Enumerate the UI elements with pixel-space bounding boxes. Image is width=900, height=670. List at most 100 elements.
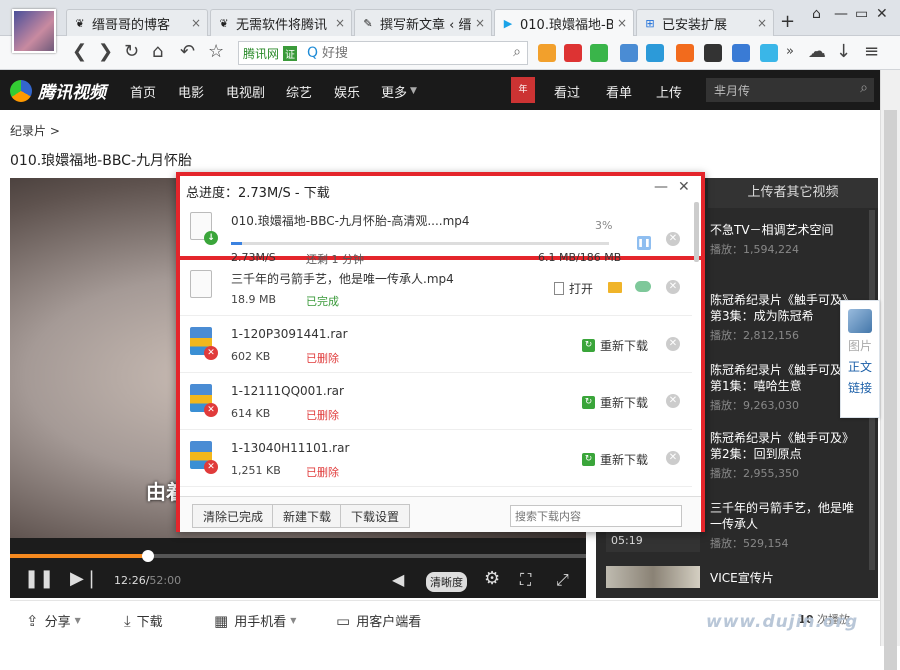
search-engine-icon[interactable]: Q (307, 45, 318, 61)
tencent-video-logo[interactable]: 腾讯视频 (10, 78, 106, 103)
related-video-item[interactable]: 陈冠希纪录片《触手可及》第3集：成为陈冠希 播放：2,812,156 (710, 292, 860, 344)
download-arrow-icon[interactable] (732, 44, 750, 62)
forward-icon[interactable]: ❯ (98, 42, 113, 62)
search-input[interactable] (322, 45, 483, 61)
mobile-watch-button[interactable]: ▦ 用手机看 ▼ (214, 611, 296, 631)
more-extensions-icon[interactable]: » (786, 42, 794, 62)
clear-completed-button[interactable]: 清除已完成 (192, 504, 275, 528)
active-download-row[interactable]: ↓ 010.琅嬛福地-BBC-九月怀胎-高清观....mp4 3% 2.73M/… (180, 202, 692, 266)
download-settings-button[interactable]: 下载设置 (340, 504, 411, 528)
nav-entertainment[interactable]: 娱乐 (334, 82, 360, 101)
client-watch-button[interactable]: ▭ 用客户端看 (336, 611, 421, 631)
remove-icon[interactable]: ✕ (666, 337, 680, 351)
remove-icon[interactable]: ✕ (666, 280, 680, 294)
download-manager-icon[interactable]: ↓ (836, 42, 851, 62)
windows-icon[interactable] (538, 44, 556, 62)
close-icon[interactable]: × (617, 16, 627, 30)
nav-home[interactable]: 首页 (130, 82, 156, 101)
close-icon[interactable]: × (475, 16, 485, 30)
maximize-icon[interactable]: ▭ (855, 6, 868, 22)
tab-extensions[interactable]: ⊞ 已安装扩展 × (636, 9, 774, 36)
reload-icon[interactable]: ↻ (124, 42, 139, 62)
picture-icon[interactable] (848, 309, 872, 333)
tab-write-post[interactable]: ✎ 撰写新文章 ‹ 缙 × (354, 9, 492, 36)
redownload-button[interactable]: ↻ 重新下载 (582, 337, 648, 354)
back-icon[interactable]: ❮ (72, 42, 87, 62)
menu-icon[interactable]: ≡ (864, 42, 879, 62)
cancel-icon[interactable]: ✕ (666, 232, 680, 246)
close-icon[interactable]: × (191, 16, 201, 30)
nav-upload[interactable]: 上传 (656, 82, 682, 101)
download-button[interactable]: ⤓ 下载 (124, 611, 163, 631)
search-icon[interactable]: ⌕ (513, 44, 521, 60)
nav-tv[interactable]: 电视剧 (226, 82, 265, 101)
site-search-input[interactable]: 芈月传 ⌕ (706, 78, 874, 102)
image-icon[interactable] (646, 44, 664, 62)
download-item[interactable]: ✕ 1-120P3091441.rar 602 KB 已删除 ↻ 重新下载 ✕ (180, 317, 692, 373)
scrollbar-thumb[interactable] (884, 110, 897, 670)
screenshot-icon[interactable] (620, 44, 638, 62)
video-progress-bar[interactable] (10, 550, 586, 562)
volume-icon[interactable]: ◀ (392, 570, 404, 589)
next-icon[interactable]: ▶❘ (70, 568, 99, 589)
video-thumbnail[interactable] (606, 566, 700, 588)
user-avatar[interactable] (12, 9, 56, 53)
nav-watchlist[interactable]: 看单 (606, 82, 632, 101)
notes-icon[interactable] (760, 44, 778, 62)
related-video-title[interactable]: VICE宣传片 (710, 569, 774, 586)
picture-link[interactable]: 图片 (841, 337, 879, 354)
redownload-button[interactable]: ↻ 重新下载 (582, 451, 648, 468)
bookmark-star-icon[interactable]: ☆ (208, 42, 224, 62)
progress-knob[interactable] (142, 550, 155, 562)
evernote-icon[interactable] (590, 44, 608, 62)
minimize-icon[interactable]: — (654, 179, 668, 195)
h-extension-icon[interactable] (704, 44, 722, 62)
clarity-button[interactable]: 清晰度 (426, 572, 467, 592)
window-close-icon[interactable]: ✕ (876, 6, 888, 22)
nav-history[interactable]: 看过 (554, 82, 580, 101)
page-scrollbar[interactable] (880, 70, 900, 670)
close-icon[interactable]: ✕ (678, 179, 690, 195)
user-badge[interactable]: 年 (511, 77, 535, 103)
fullscreen-icon[interactable]: ⤢ (556, 570, 569, 590)
settings-gear-icon[interactable]: ⚙ (484, 568, 500, 589)
download-item[interactable]: ✕ 1-12111QQ001.rar 614 KB 已删除 ↻ 重新下载 ✕ (180, 374, 692, 430)
new-download-button[interactable]: 新建下载 (272, 504, 343, 528)
weibo-icon[interactable] (564, 44, 582, 62)
minimize-icon[interactable]: — (834, 6, 848, 22)
list-scrollbar[interactable] (694, 202, 699, 262)
related-video-item[interactable]: 陈冠希纪录片《触手可及》第2集：回到原点 播放：2,955,350 (710, 430, 860, 482)
home-icon[interactable]: ⌂ (152, 42, 163, 62)
nav-more[interactable]: 更多 (381, 82, 407, 101)
undo-close-icon[interactable]: ↶ (180, 42, 195, 62)
cloud-icon[interactable] (635, 281, 651, 292)
close-icon[interactable]: × (757, 16, 767, 30)
related-video-item[interactable]: 三千年的弓箭手艺，他是唯一传承人 播放：529,154 (710, 500, 860, 552)
download-item[interactable]: 三千年的弓箭手艺，他是唯一传承人.mp4 18.9 MB 已完成 打开 ✕ (180, 260, 692, 316)
tab-video[interactable]: ▶ 010.琅嬛福地-B × (494, 9, 634, 36)
text-link[interactable]: 正文 (841, 358, 879, 375)
related-video-item[interactable]: 不急TV－相调艺术空间 播放：1,594,224 (710, 222, 860, 258)
share-button[interactable]: ⇪ 分享 ▼ (26, 611, 81, 631)
tab-article[interactable]: ❦ 无需软件将腾讯 × (210, 9, 352, 36)
video-thumbnail[interactable]: 05:19 (606, 530, 700, 552)
close-icon[interactable]: × (335, 16, 345, 30)
nav-movie[interactable]: 电影 (178, 82, 204, 101)
remove-icon[interactable]: ✕ (666, 451, 680, 465)
open-button[interactable]: 打开 (554, 280, 593, 297)
tudou-icon[interactable] (676, 44, 694, 62)
related-video-item[interactable]: 陈冠希纪录片《触手可及》第1集：嘻哈生意 播放：9,263,030 (710, 362, 860, 414)
panel-header[interactable]: 上传者其它视频 (708, 178, 878, 208)
fit-screen-icon[interactable]: ⛶ (520, 570, 531, 590)
nav-variety[interactable]: 综艺 (286, 82, 312, 101)
cloud-icon[interactable]: ☁ (808, 42, 826, 62)
breadcrumb[interactable]: 纪录片 > (10, 122, 60, 139)
folder-icon[interactable] (608, 282, 622, 293)
new-tab-button[interactable]: + (780, 11, 795, 32)
download-item[interactable]: ✕ 1-13040H11101.rar 1,251 KB 已删除 ↻ 重新下载 ✕ (180, 431, 692, 487)
pause-icon[interactable]: ❚❚ (24, 568, 54, 589)
address-bar[interactable]: 腾讯网 证 Q ⌕ (238, 41, 528, 65)
download-search-input[interactable] (510, 505, 682, 527)
search-icon[interactable]: ⌕ (860, 80, 868, 96)
tab-blog[interactable]: ❦ 缙哥哥的博客 × (66, 9, 208, 36)
